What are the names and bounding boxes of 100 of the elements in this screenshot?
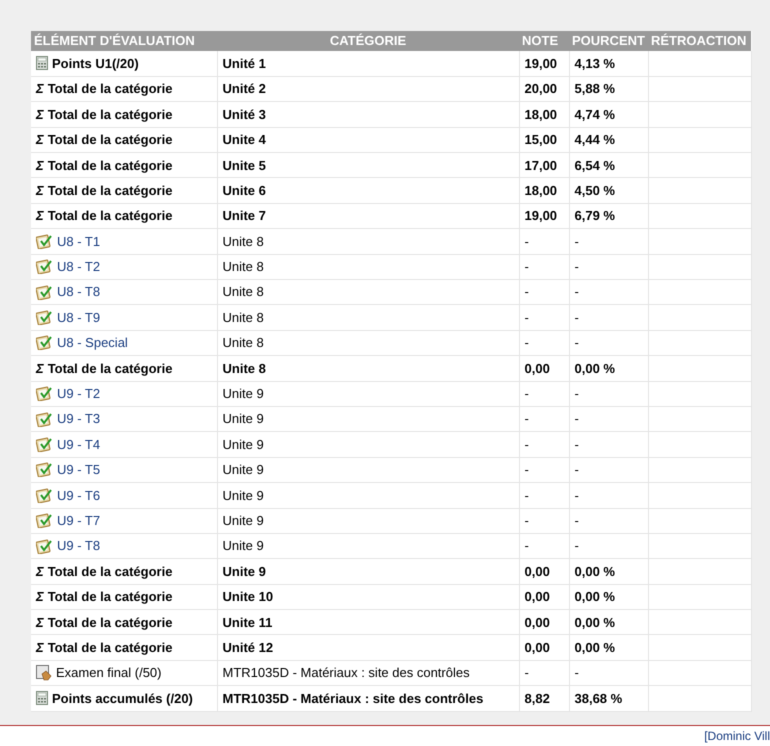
calculator-icon	[36, 56, 48, 70]
category-cell: Unite 9	[222, 411, 264, 426]
calculator-icon	[36, 691, 48, 706]
grade-item-link[interactable]: U9 - T4	[57, 434, 100, 454]
percentage-cell: 4,13 %	[574, 56, 615, 71]
category-cell: Unité 1	[222, 56, 266, 71]
grade-item-link[interactable]: U9 - T6	[57, 486, 100, 506]
grade-item-link[interactable]: U8 - Special	[57, 333, 128, 353]
grade-item-link[interactable]: U8 - T8	[57, 282, 100, 302]
grade-item-link[interactable]: U8 - T1	[57, 232, 100, 252]
grade-cell: -	[524, 335, 529, 350]
checklist-icon	[36, 386, 53, 402]
grade-cell: 0,00	[524, 640, 550, 655]
category-cell: Unite 9	[222, 386, 264, 402]
category-cell: Unité 2	[222, 81, 266, 96]
percentage-cell: 4,74 %	[574, 106, 615, 122]
grade-item-link[interactable]: U9 - T8	[57, 536, 100, 556]
grade-item-link[interactable]: U9 - T3	[57, 409, 100, 429]
category-cell: Unite 8	[222, 284, 264, 300]
column-header: RÉTROACTION	[648, 31, 751, 51]
hand-on-document-icon	[36, 665, 52, 682]
grade-cell: -	[524, 436, 529, 452]
sigma-icon: Σ	[36, 638, 44, 658]
grade-item-name: Examen final (/50)	[56, 664, 162, 682]
sigma-icon: Σ	[36, 156, 44, 175]
column-header: CATÉGORIE	[217, 31, 519, 51]
grade-item-link[interactable]: U8 - T2	[57, 257, 100, 277]
percentage-cell: 4,44 %	[574, 132, 615, 148]
grade-cell: 18,00	[524, 182, 558, 198]
grade-cell: -	[524, 234, 529, 249]
percentage-cell: 38,68 %	[574, 690, 622, 706]
category-cell: Unite 9	[222, 512, 264, 528]
category-cell: Unite 9	[222, 538, 264, 554]
user-link[interactable]: [Dominic Vill	[704, 728, 770, 743]
checklist-icon	[36, 538, 53, 554]
sigma-icon: Σ	[36, 587, 44, 607]
grade-cell: 0,00	[524, 360, 550, 376]
grade-item-name: Total de la catégorie	[48, 614, 172, 632]
grade-cell: -	[524, 538, 529, 554]
sigma-icon: Σ	[36, 104, 44, 124]
grade-item-name: Total de la catégorie	[48, 360, 172, 378]
checklist-icon	[36, 259, 53, 274]
percentage-cell: -	[574, 462, 579, 478]
percentage-cell: 0,00 %	[574, 614, 615, 630]
percentage-cell: -	[574, 665, 579, 680]
checklist-icon	[36, 412, 53, 427]
category-cell: Unite 6	[222, 182, 266, 198]
grade-cell: -	[524, 411, 529, 426]
category-cell: MTR1035D - Matériaux : site des contrôles	[222, 690, 484, 706]
category-cell: Unite 8	[222, 335, 264, 350]
sigma-icon: Σ	[36, 206, 44, 226]
column-header: NOTE	[519, 31, 569, 51]
grade-item-name: Total de la catégorie	[48, 207, 172, 226]
checklist-icon	[36, 488, 53, 503]
grade-cell: -	[524, 386, 529, 402]
percentage-cell: -	[574, 234, 579, 249]
column-header: POURCENT	[569, 31, 648, 51]
percentage-cell: 6,79 %	[574, 208, 615, 224]
grade-item-link[interactable]: U9 - T7	[57, 510, 100, 530]
sigma-icon: Σ	[36, 612, 44, 632]
grade-cell: 19,00	[524, 208, 558, 224]
grade-cell: 0,00	[524, 614, 550, 630]
checklist-icon	[36, 234, 53, 249]
grade-cell: 8,82	[524, 690, 550, 706]
grade-cell: 17,00	[524, 158, 558, 172]
percentage-cell: 0,00 %	[574, 564, 615, 579]
category-cell: Unite 9	[222, 436, 264, 452]
sigma-icon: Σ	[36, 562, 44, 582]
percentage-cell: 6,54 %	[574, 158, 615, 172]
grade-item-name: Total de la catégorie	[48, 106, 172, 124]
sigma-icon: Σ	[36, 358, 44, 378]
grade-item-link[interactable]: U8 - T9	[57, 308, 100, 328]
column-header: ÉLÉMENT D'ÉVALUATION	[31, 31, 217, 51]
category-cell: Unite 5	[222, 158, 266, 172]
percentage-cell: 4,50 %	[574, 182, 615, 198]
percentage-cell: 0,00 %	[574, 589, 615, 604]
grade-item-name: Total de la catégorie	[48, 638, 172, 657]
category-cell: Unite 9	[222, 564, 266, 579]
category-cell: Unité 12	[222, 640, 274, 655]
checklist-icon	[36, 335, 53, 350]
grade-cell: 18,00	[524, 106, 558, 122]
checklist-icon	[36, 462, 53, 478]
percentage-cell: 0,00 %	[574, 640, 615, 655]
category-cell: MTR1035D - Matériaux : site des contrôles	[222, 665, 470, 680]
category-cell: Unité 3	[222, 106, 266, 122]
category-cell: Unite 8	[222, 234, 264, 249]
percentage-cell: -	[574, 259, 579, 274]
percentage-cell: -	[574, 488, 579, 503]
grade-item-name: Total de la catégorie	[48, 131, 172, 150]
category-cell: Unite 7	[222, 208, 266, 224]
checklist-icon	[36, 310, 53, 326]
grade-cell: -	[524, 512, 529, 528]
category-cell: Unite 9	[222, 462, 264, 478]
grade-item-link[interactable]: U9 - T5	[57, 460, 100, 480]
grade-item-name: Total de la catégorie	[48, 562, 172, 581]
grade-cell: -	[524, 665, 529, 680]
percentage-cell: -	[574, 512, 579, 528]
grade-item-link[interactable]: U9 - T2	[57, 384, 100, 404]
grade-cell: 19,00	[524, 56, 558, 71]
percentage-cell: -	[574, 538, 579, 554]
